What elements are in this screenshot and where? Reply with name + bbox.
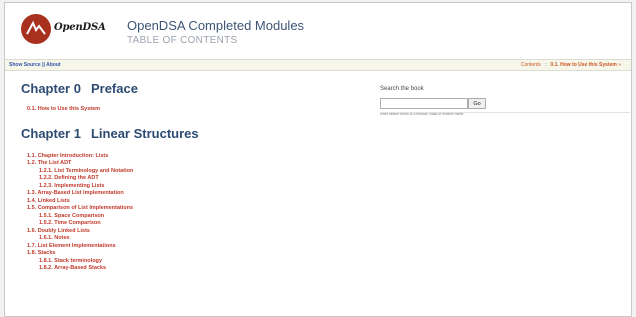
toc-item[interactable]: 1.5. Comparison of List Implementations <box>27 205 361 213</box>
toc-item[interactable]: 1.7. List Element Implementations <box>27 243 361 251</box>
toc-subitem[interactable]: 1.2.1. List Terminology and Notation <box>39 168 361 176</box>
chapter-number: Chapter 1 <box>21 125 81 141</box>
toc-item[interactable]: 1.1. Chapter Introduction: Lists <box>27 153 361 161</box>
opendsa-logo[interactable]: OpenDSA <box>21 14 111 44</box>
toc-content: Chapter 0 Preface 0.1. How to Use this Sy… <box>21 81 361 273</box>
toc-subitem[interactable]: 1.2.2. Defining the ADT <box>39 175 361 183</box>
chapter-number: Chapter 0 <box>21 81 81 96</box>
sidebar-divider <box>380 112 630 113</box>
navbar: Show Source || About Contents :: 0.1. Ho… <box>5 59 631 71</box>
toc-item[interactable]: 1.6. Doubly Linked Lists <box>27 228 361 236</box>
next-arrow-icon[interactable]: » <box>618 62 621 68</box>
go-button[interactable]: Go <box>468 98 486 109</box>
toc-item[interactable]: 1.3. Array-Based List Implementation <box>27 190 361 198</box>
chapter-1-list: 1.1. Chapter Introduction: Lists 1.2. Th… <box>21 153 361 273</box>
breadcrumb: Contents :: 0.1. How to Use this System … <box>521 60 621 70</box>
toc-item[interactable]: 1.4. Linked Lists <box>27 198 361 206</box>
toc-subitem[interactable]: 1.6.1. Notes <box>39 235 361 243</box>
search-form: Go <box>380 98 630 109</box>
show-source-link[interactable]: Show Source <box>9 62 41 68</box>
toc-item[interactable]: 0.1. How to Use this System <box>27 106 361 114</box>
toc-item[interactable]: 1.2. The List ADT <box>27 160 361 168</box>
toc-subitem[interactable]: 1.5.1. Space Comparison <box>39 213 361 221</box>
chapter-heading: Chapter 0 Preface <box>21 81 361 96</box>
chapter-title: Linear Structures <box>90 125 199 141</box>
site-title: OpenDSA Completed Modules <box>127 18 305 33</box>
header: OpenDSA OpenDSA Completed Modules TABLE … <box>5 3 631 58</box>
logo-mark-icon <box>21 14 51 44</box>
nav-separator: || <box>42 62 45 68</box>
toc-subitem[interactable]: 1.8.1. Stack terminology <box>39 258 361 266</box>
toc-item[interactable]: 1.8. Stacks <box>27 250 361 258</box>
navbar-left: Show Source || About <box>9 60 61 70</box>
toc-subitem[interactable]: 1.5.2. Time Comparison <box>39 220 361 228</box>
contents-link[interactable]: Contents <box>521 62 541 68</box>
breadcrumb-separator: :: <box>544 62 548 68</box>
chapter-title: Preface <box>90 81 138 96</box>
logo-text: OpenDSA <box>54 22 106 33</box>
toc-subitem[interactable]: 1.2.3. Implementing Lists <box>39 183 361 191</box>
chapter-0-list: 0.1. How to Use this System <box>21 106 361 114</box>
page: OpenDSA OpenDSA Completed Modules TABLE … <box>4 2 632 317</box>
about-link[interactable]: About <box>46 62 60 68</box>
current-module-link[interactable]: 0.1. How to Use this System <box>550 62 616 68</box>
search-input[interactable] <box>380 98 468 109</box>
toc-subitem[interactable]: 1.8.2. Array-Based Stacks <box>39 265 361 273</box>
site-subtitle: TABLE OF CONTENTS <box>127 35 238 46</box>
chapter-heading: Chapter 1 Linear Structures <box>21 126 361 141</box>
search-title: Search the book <box>380 86 424 92</box>
